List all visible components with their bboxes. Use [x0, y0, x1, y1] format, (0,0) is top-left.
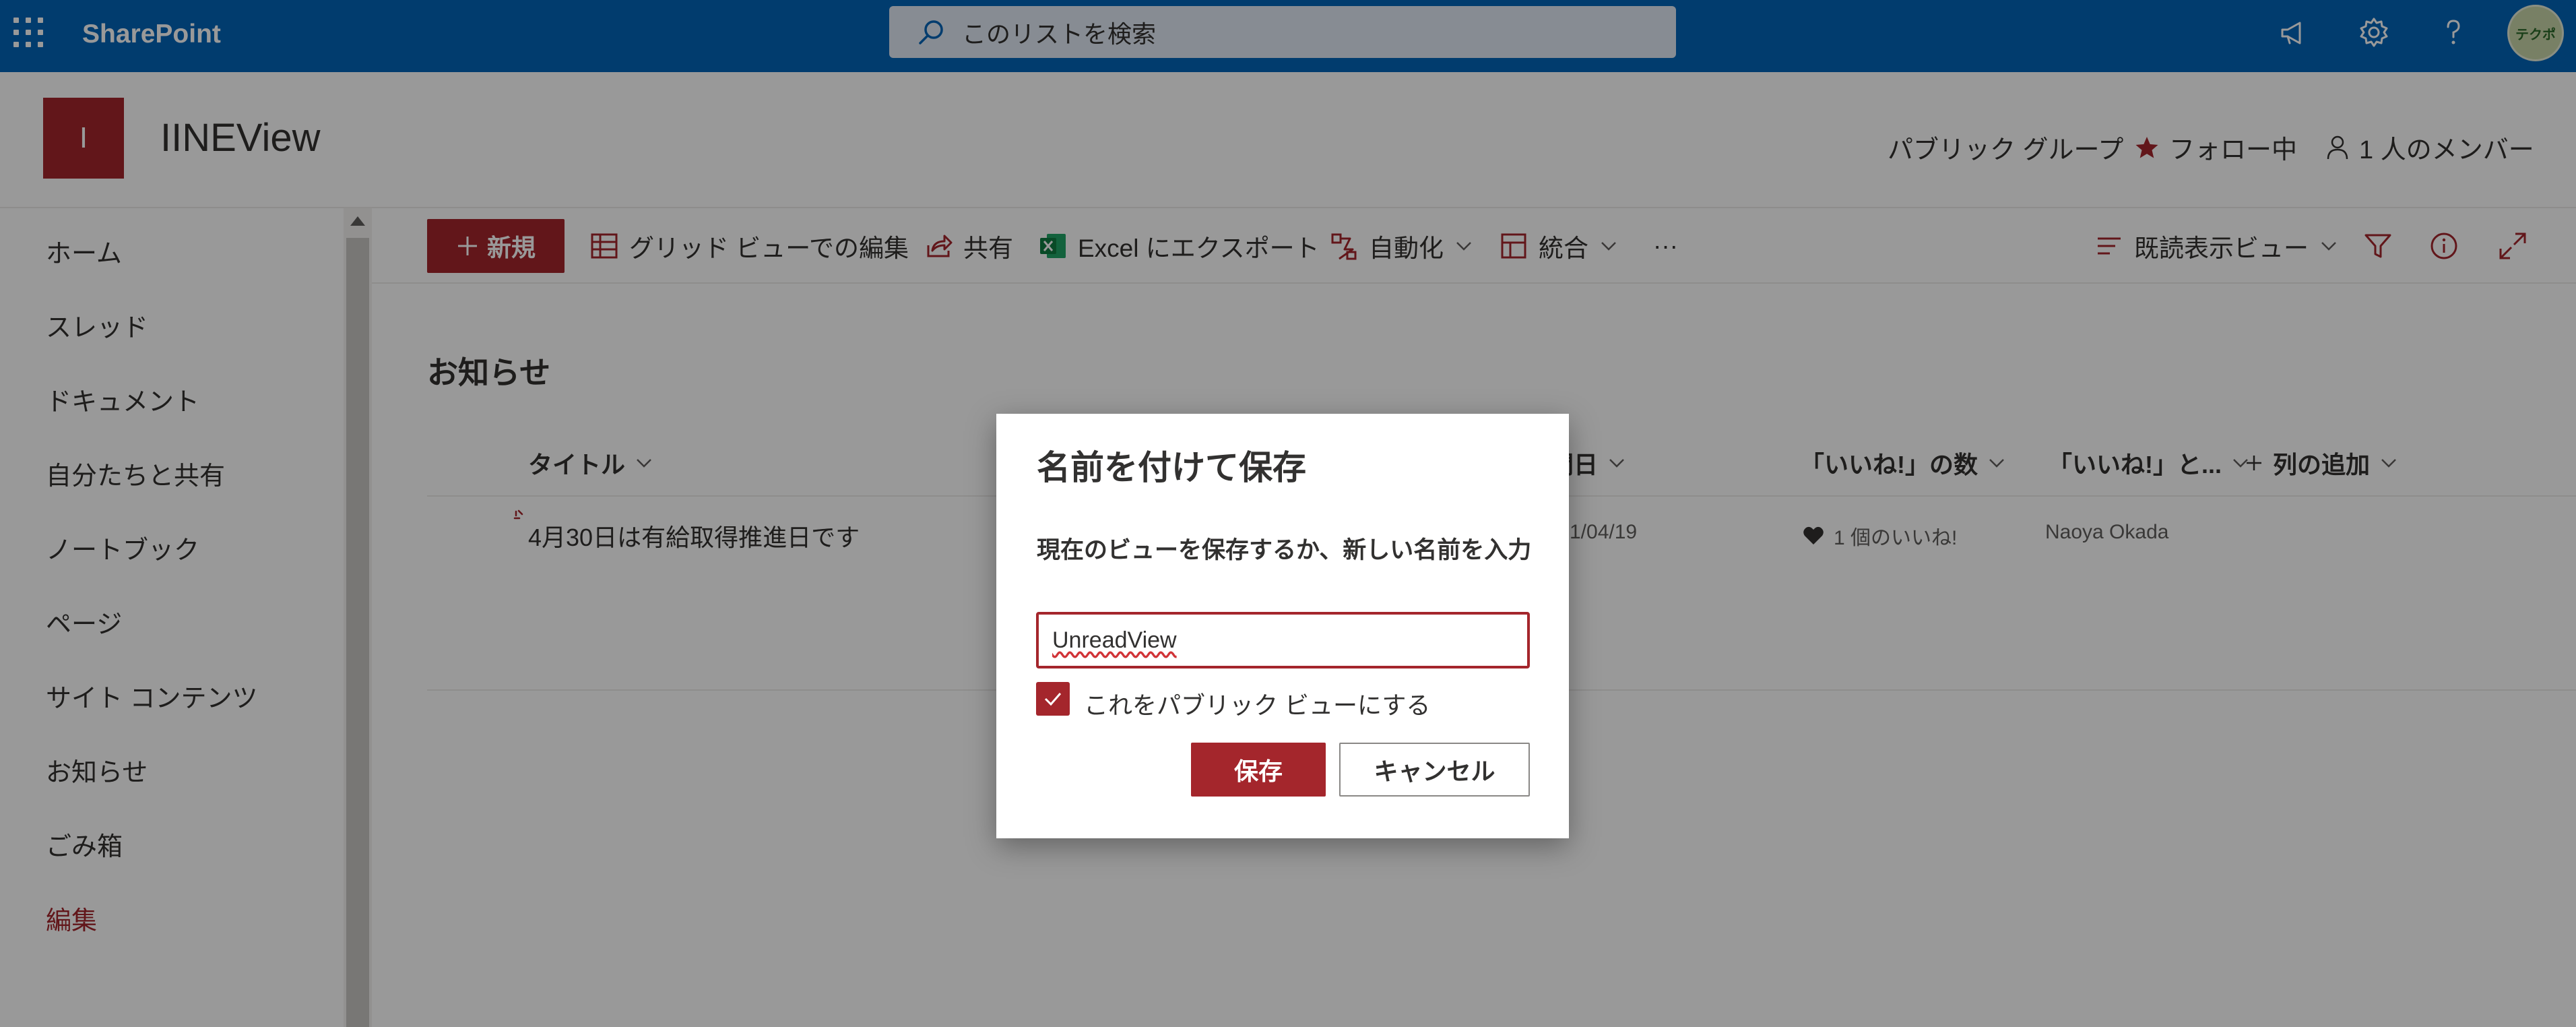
save-button[interactable]: 保存: [1191, 743, 1326, 797]
save-as-dialog: 名前を付けて保存 現在のビューを保存するか、新しい名前を入力 UnreadVie…: [996, 414, 1569, 838]
view-name-input[interactable]: UnreadView: [1036, 612, 1530, 668]
public-view-checkbox[interactable]: [1036, 682, 1070, 716]
dialog-title: 名前を付けて保存: [1037, 449, 1306, 487]
view-name-value: UnreadView: [1052, 627, 1177, 653]
cancel-button[interactable]: キャンセル: [1339, 743, 1530, 797]
public-view-label[interactable]: これをパブリック ビューにする: [1084, 686, 1430, 721]
dialog-label: 現在のビューを保存するか、新しい名前を入力: [1037, 537, 1532, 563]
checkmark-icon: [1044, 693, 1062, 706]
